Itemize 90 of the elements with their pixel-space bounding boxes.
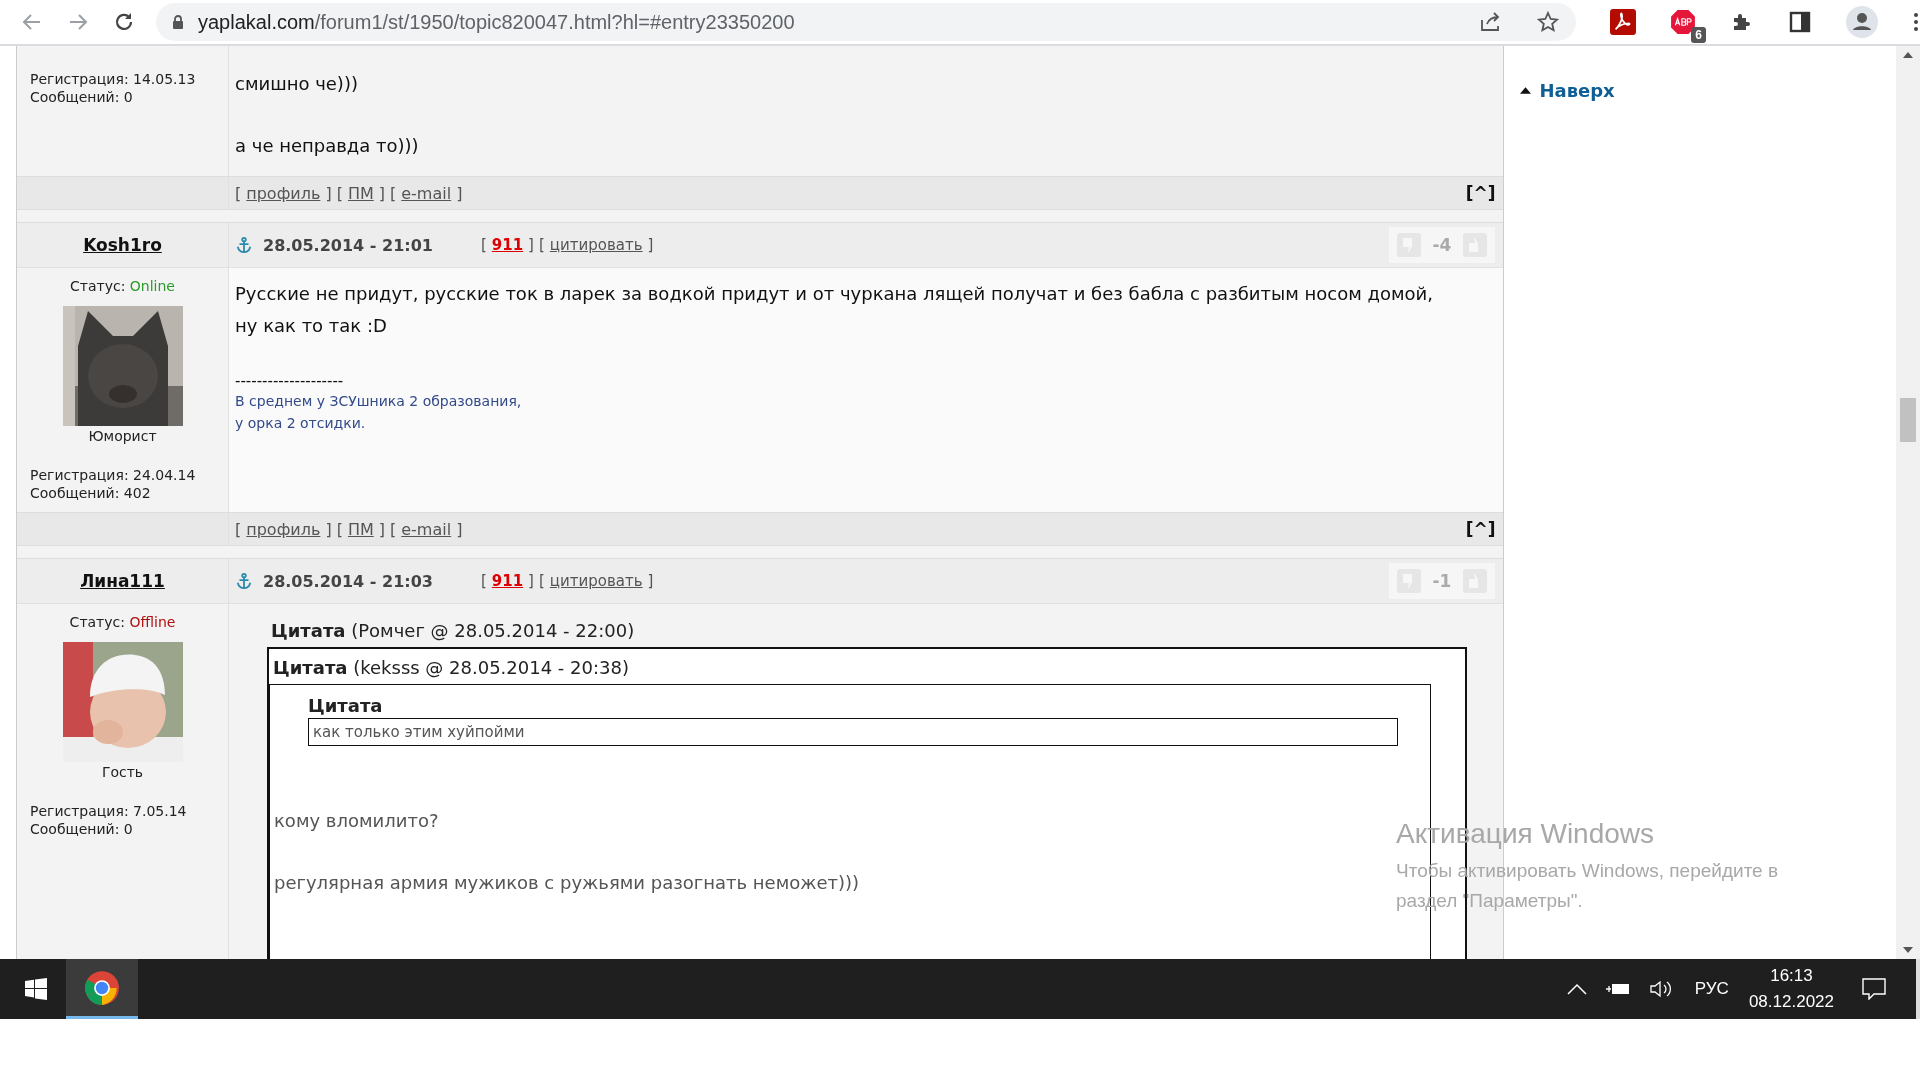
- bracket: [: [336, 183, 343, 203]
- post-date: 28.05.2014 - 21:03: [263, 571, 433, 591]
- profile-icon[interactable]: [1846, 6, 1878, 38]
- menu-icon[interactable]: [1912, 10, 1920, 34]
- signature-text: В среднем у ЗСУшника 2 образования,: [235, 392, 523, 411]
- battery-icon[interactable]: [1604, 982, 1631, 996]
- user-status: Статус: Offline: [69, 614, 176, 630]
- to-top-link[interactable]: [^]: [1465, 183, 1496, 203]
- back-to-top-text: Наверх: [1539, 80, 1615, 101]
- sidebar-icon[interactable]: [1788, 10, 1812, 34]
- quote-header: Цитата (keksss @ 28.05.2014 - 20:38): [273, 657, 630, 678]
- bracket: ]: [378, 519, 385, 539]
- user-status: Статус: Online: [70, 278, 175, 294]
- bracket: ]: [647, 236, 654, 254]
- footer-link[interactable]: e-mail: [401, 183, 452, 203]
- user-rank: Юморист: [88, 428, 157, 444]
- bracket: ]: [325, 183, 332, 203]
- adblock-icon[interactable]: [1670, 9, 1696, 35]
- rating-value: -4: [1432, 235, 1452, 255]
- footer-link[interactable]: ПМ: [347, 183, 374, 203]
- anchor-icon[interactable]: [235, 572, 253, 590]
- registration-date: Регистрация: 7.05.14: [29, 802, 187, 820]
- post-text: кому вломилито?: [274, 809, 440, 833]
- quoted-text: как только этим хуйпойми: [308, 718, 1399, 746]
- quote-link[interactable]: цитировать: [549, 236, 643, 254]
- chevron-up-icon[interactable]: [1566, 983, 1587, 995]
- post-text: смишно че))): [235, 72, 359, 96]
- post-date: 28.05.2014 - 21:01: [263, 235, 433, 255]
- notifications-icon[interactable]: [1862, 978, 1886, 1000]
- bracket: ]: [528, 236, 534, 254]
- quote-header: Цитата: [308, 695, 384, 716]
- author-link[interactable]: Kosh1ro: [83, 235, 162, 255]
- star-icon[interactable]: [1536, 10, 1560, 34]
- author-link[interactable]: Лина111: [80, 571, 165, 591]
- pdf-extension-icon[interactable]: [1610, 9, 1636, 35]
- signature-divider: --------------------: [235, 372, 345, 390]
- signature-text: у орка 2 отсидки.: [235, 414, 367, 433]
- bracket: ]: [325, 519, 332, 539]
- bracket: [: [538, 572, 545, 590]
- scrollbar[interactable]: [1896, 46, 1920, 959]
- bracket: [: [235, 519, 242, 539]
- lock-icon: [170, 14, 186, 30]
- footer-link[interactable]: профиль: [246, 519, 321, 539]
- quote-header: Цитата (Ромчег @ 28.05.2014 - 22:00): [271, 620, 636, 641]
- clock[interactable]: 16:13 08.12.2022: [1748, 963, 1834, 1015]
- address-bar[interactable]: yaplakal.com/forum1/st/1950/topic820047.html?hl=#entry23350200: [156, 3, 1576, 41]
- bracket: [: [235, 183, 242, 203]
- bracket: [: [336, 519, 343, 539]
- to-top-link[interactable]: [^]: [1465, 519, 1496, 539]
- bracket: ]: [378, 183, 385, 203]
- user-rank: Гость: [101, 764, 144, 780]
- quote-link[interactable]: цитировать: [549, 572, 643, 590]
- language-indicator[interactable]: РУС: [1694, 979, 1729, 999]
- registration-date: Регистрация: 24.04.14: [29, 466, 196, 484]
- browser-icon: [84, 969, 120, 1006]
- post-text: Русские не придут, русские ток в ларек за водкой придут и от чуркана лящей получат и без бабла с разбитым носом домой, ну как то так :D: [235, 282, 1434, 338]
- triangle-up-icon: [1520, 87, 1532, 94]
- report-link[interactable]: 911: [491, 236, 524, 254]
- message-count: Сообщений: 402: [29, 484, 151, 502]
- bracket: ]: [528, 572, 534, 590]
- clock-date: 08.12.2022: [1748, 991, 1834, 1013]
- message-count: Сообщений: 0: [29, 820, 133, 838]
- clock-time: 16:13: [1770, 965, 1813, 987]
- taskbar-app-button[interactable]: [66, 959, 138, 1019]
- registration-date: Регистрация: 14.05.13: [29, 70, 196, 88]
- report-link[interactable]: 911: [491, 572, 524, 590]
- scroll-up-icon[interactable]: [1903, 52, 1913, 58]
- rating-value: -1: [1432, 571, 1452, 591]
- bracket: [: [480, 572, 487, 590]
- scrollbar-thumb[interactable]: [1900, 398, 1916, 442]
- back-to-top-link[interactable]: Наверх: [1520, 80, 1897, 101]
- bracket: ]: [456, 519, 463, 539]
- bracket: [: [390, 519, 397, 539]
- scroll-down-icon[interactable]: [1903, 947, 1913, 953]
- post-text: регулярная армия мужиков с ружьями разогнать неможет))): [274, 871, 861, 895]
- footer-link[interactable]: e-mail: [401, 519, 452, 539]
- footer-link[interactable]: профиль: [246, 183, 321, 203]
- bracket: [: [480, 236, 487, 254]
- message-count: Сообщений: 0: [29, 88, 133, 106]
- share-icon[interactable]: [1478, 10, 1502, 34]
- bracket: [: [390, 183, 397, 203]
- windows-start-icon[interactable]: [24, 977, 48, 1001]
- speaker-icon[interactable]: [1648, 979, 1673, 999]
- extension-badge: 6: [1691, 27, 1706, 43]
- bracket: ]: [456, 183, 463, 203]
- anchor-icon[interactable]: [235, 236, 253, 254]
- bracket: [: [538, 236, 545, 254]
- bracket: ]: [647, 572, 654, 590]
- post-text: а че неправда то))): [235, 134, 420, 158]
- footer-link[interactable]: ПМ: [347, 519, 374, 539]
